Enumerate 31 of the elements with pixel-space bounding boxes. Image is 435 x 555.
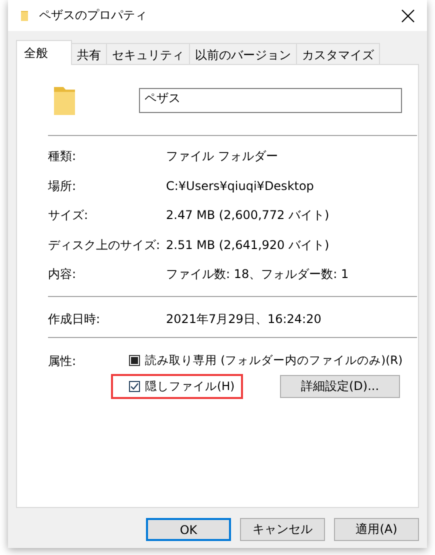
tab[interactable]: 共有: [71, 43, 107, 64]
property-label: ディスク上のサイズ:: [48, 236, 162, 254]
dialog-button[interactable]: OK: [146, 518, 231, 541]
property-label: 場所:: [48, 178, 78, 195]
advanced-button[interactable]: 詳細設定(D)...: [280, 375, 400, 398]
property-value: ファイル フォルダー: [166, 148, 278, 166]
checkbox[interactable]: [129, 381, 140, 392]
close-button[interactable]: [401, 8, 415, 22]
property-label: 作成日時:: [48, 310, 102, 328]
folder-icon: [20, 9, 29, 22]
tab[interactable]: セキュリティ: [106, 43, 190, 64]
checkbox-label[interactable]: 隠しファイル(H): [145, 379, 235, 394]
tab[interactable]: カスタマイズ: [296, 43, 380, 64]
property-label: 内容:: [48, 266, 78, 284]
property-value: 2.47 MB (2,600,772 バイト): [166, 207, 330, 224]
property-value: 2021年7月29日、16:24:20: [166, 310, 322, 328]
folder-icon: [53, 84, 76, 116]
name-field[interactable]: ペザス: [138, 88, 402, 112]
checkbox-label[interactable]: 読み取り専用 (フォルダー内のファイルのみ)(R): [145, 353, 403, 368]
property-value: ファイル数: 18、フォルダー数: 1: [166, 266, 349, 284]
property-value: C:¥Users¥qiuqi¥Desktop: [166, 179, 314, 194]
property-value: 2.51 MB (2,641,920 バイト): [166, 236, 330, 254]
window-title: ペザスのプロパティ: [39, 7, 148, 24]
close-icon: [401, 8, 415, 22]
property-label: 属性:: [48, 353, 78, 370]
dialog-button[interactable]: 適用(A): [334, 518, 419, 541]
dialog-button[interactable]: キャンセル: [240, 518, 325, 541]
property-label: サイズ:: [48, 207, 90, 224]
tab[interactable]: 全般: [16, 40, 72, 65]
property-label: 種類:: [48, 148, 78, 166]
checkmark-icon: [130, 382, 139, 391]
